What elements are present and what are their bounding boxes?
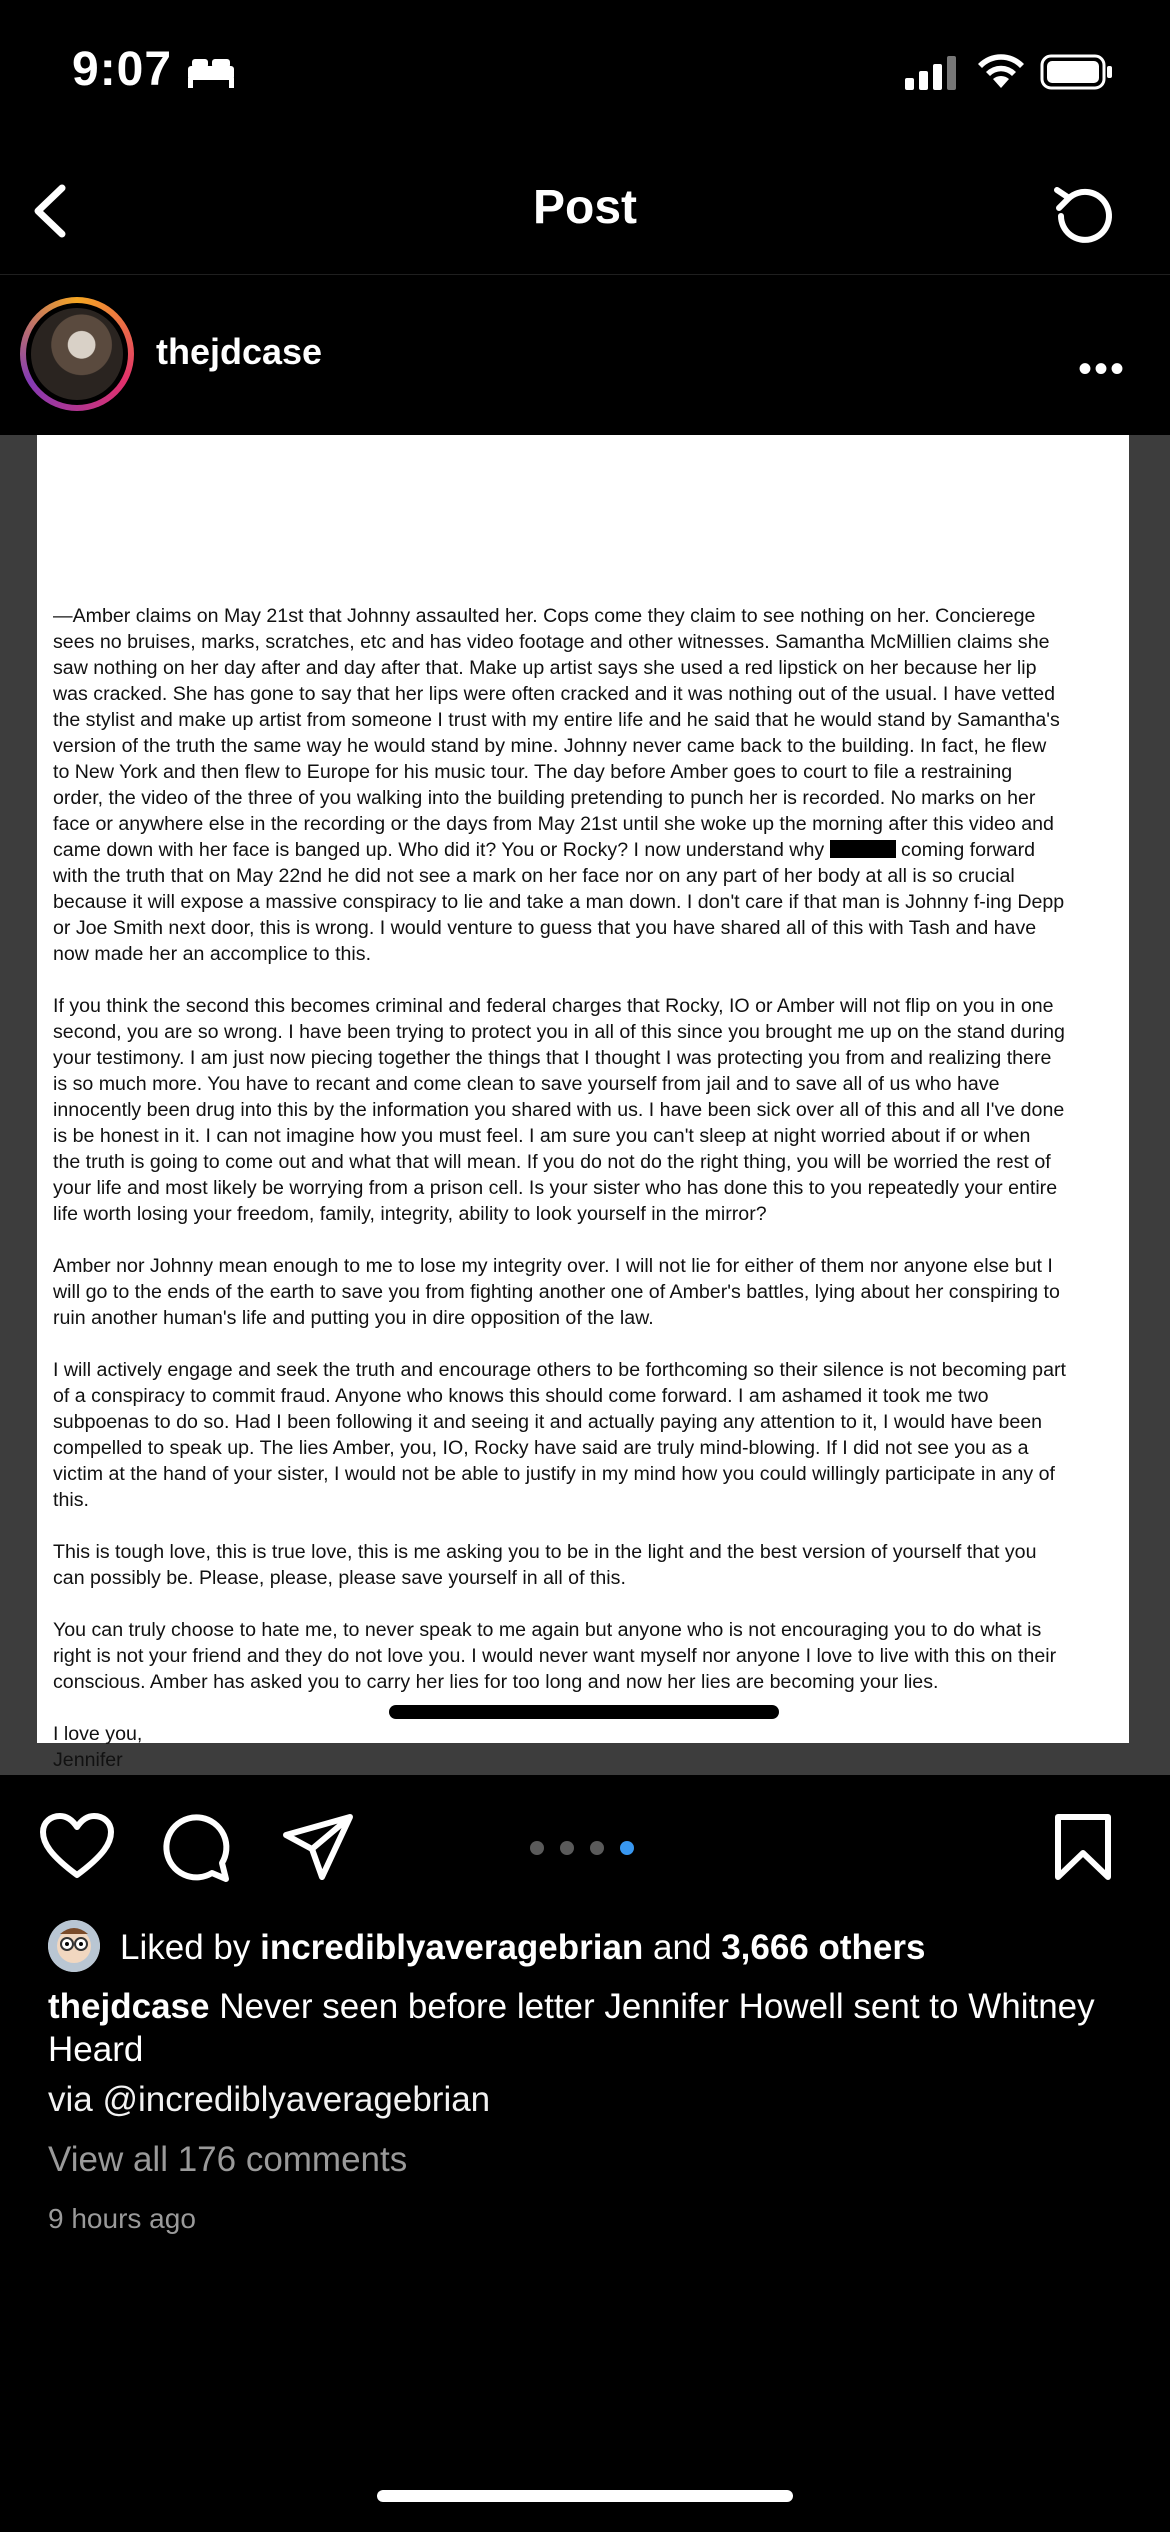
page-title: Post [532,181,637,234]
image-bar [389,1705,779,1719]
post-media[interactable]: —Amber claims on May 21st that Johnny as… [0,435,1170,1775]
post-caption: thejdcase Never seen before letter Jenni… [48,1985,1118,2071]
likes-count[interactable]: 3,666 others [721,1928,925,1967]
top-navigation-bar: Post [0,150,1170,275]
post-timestamp: 9 hours ago [48,2203,196,2234]
letter-image: —Amber claims on May 21st that Johnny as… [37,435,1129,1771]
bookmark-icon[interactable] [1053,1813,1113,1881]
status-bar: 9:07 [0,0,1170,150]
home-indicator[interactable] [377,2490,793,2502]
liker-avatar [48,1920,100,1972]
letter-signature: I love you, Jennifer [53,1723,143,1771]
post-header: thejdcase ••• [0,275,1170,435]
letter-paragraph: I will actively engage and seek the trut… [53,1359,1066,1511]
view-all-comments-link[interactable]: View all 176 comments [48,2140,407,2180]
letter-paragraph: You can truly choose to hate me, to neve… [53,1619,1057,1693]
caption-via[interactable]: via @incrediblyaveragebrian [48,2080,490,2120]
wifi-icon [978,54,1024,88]
carousel-dot-active [620,1841,634,1855]
post-username[interactable]: thejdcase [156,331,322,373]
letter-text: —Amber claims on May 21st that Johnny as… [53,603,1115,1799]
sleep-mode-icon [188,59,234,88]
avatar[interactable] [20,297,134,411]
redaction-block [829,840,896,858]
letter-paragraph: This is tough love, this is true love, t… [53,1541,1037,1589]
carousel-dot [560,1841,574,1855]
battery-icon [1040,54,1112,90]
heart-icon[interactable] [40,1813,114,1879]
liker-username[interactable]: incrediblyaveragebrian [260,1928,643,1967]
carousel-indicator [530,1841,650,1860]
status-time: 9:07 [72,43,173,96]
carousel-dot [590,1841,604,1855]
share-icon[interactable] [282,1813,354,1881]
likes-text: Liked by incrediblyaveragebrian and 3,66… [120,1928,926,1967]
comment-icon[interactable] [162,1813,232,1883]
letter-paragraph: If you think the second this becomes cri… [53,995,1065,1225]
refresh-icon[interactable] [1045,176,1125,256]
carousel-dot [530,1841,544,1855]
cellular-signal-icon [905,56,956,90]
letter-paragraph: Amber nor Johnny mean enough to me to lo… [53,1255,1060,1329]
post-actions [0,1775,1170,1925]
more-options-icon[interactable]: ••• [1078,347,1126,392]
caption-username[interactable]: thejdcase [48,1987,209,2026]
letter-paragraph: —Amber claims on May 21st that Johnny as… [53,605,1065,965]
